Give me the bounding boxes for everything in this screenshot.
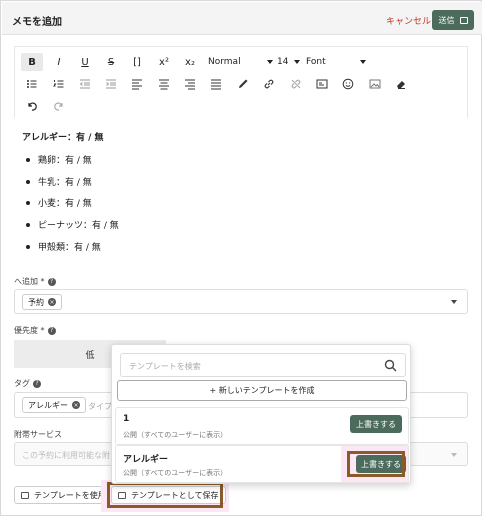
template-popup: テンプレートを検索 + 新しいテンプレートを作成 1 公開（すべてのユーザーに表… (111, 344, 411, 484)
tag-chip-label: アレルギー (28, 400, 68, 410)
new-template-button[interactable]: + 新しいテンプレートを作成 (117, 380, 407, 401)
tags-label: タグ? (14, 378, 41, 389)
eraser-icon[interactable] (390, 75, 412, 93)
template-visibility: 公開（すべてのユーザーに表示） (123, 469, 228, 477)
help-icon: ? (33, 379, 41, 388)
embed-icon[interactable] (311, 75, 333, 93)
remove-chip-icon[interactable]: × (72, 401, 80, 409)
chevron-down-icon (451, 300, 457, 304)
link-icon[interactable] (258, 75, 280, 93)
chevron-down-icon (294, 60, 301, 64)
help-icon: ? (47, 326, 56, 335)
dialog-title: メモを追加 (12, 17, 62, 28)
overwrite-button[interactable]: 上書きする (350, 415, 402, 433)
template-search-input[interactable]: テンプレートを検索 (120, 353, 406, 377)
template-item[interactable]: 1 公開（すべてのユーザーに表示） 上書きする (115, 407, 409, 445)
send-label: 送信 (438, 15, 455, 25)
italic-button[interactable]: I (48, 53, 70, 71)
list-item: ピーナッツ：有 / 無 (26, 218, 119, 231)
size-select-value: 14 (277, 57, 289, 67)
align-right-icon[interactable] (179, 75, 201, 93)
tags-label-text: タグ (14, 379, 30, 388)
tag-chip[interactable]: アレルギー × (22, 397, 86, 413)
template-search-placeholder: テンプレートを検索 (129, 362, 201, 371)
help-icon: ? (47, 277, 56, 286)
content-heading: アレルギー：有 / 無 (22, 133, 104, 143)
send-button[interactable]: 送信 (432, 10, 474, 30)
chevron-down-icon (266, 60, 273, 64)
redo-icon[interactable] (48, 97, 70, 115)
align-left-icon[interactable] (126, 75, 148, 93)
underline-button[interactable]: U (74, 53, 96, 71)
services-label: 附帯サービス (14, 429, 62, 440)
superscript-button[interactable]: x² (153, 53, 175, 71)
add-to-chip-label: 予約 (28, 297, 44, 307)
add-to-label-text: へ追加 * (14, 277, 45, 286)
remove-chip-icon[interactable]: × (48, 298, 56, 306)
add-to-chip[interactable]: 予約 × (22, 294, 62, 310)
align-center-icon[interactable] (153, 75, 175, 93)
font-select-value: Font (306, 57, 326, 67)
priority-label-text: 優先度 * (14, 326, 45, 335)
note-dialog: メモを追加 キャンセル 送信 B I U S [] x² x₂ Normal 1… (0, 0, 482, 516)
send-icon (459, 16, 468, 24)
size-select[interactable]: 14 (277, 53, 301, 71)
text-color-icon[interactable] (232, 75, 254, 93)
font-select[interactable]: Font (306, 53, 366, 71)
list-item: 甲殻類：有 / 無 (26, 240, 101, 253)
search-icon (384, 359, 397, 372)
chevron-down-icon (359, 60, 366, 64)
strikethrough-button[interactable]: S (100, 53, 122, 71)
add-to-select[interactable]: 予約 × (14, 289, 468, 314)
rich-text-editor: B I U S [] x² x₂ Normal 14 Font アレルギー：有 … (14, 46, 468, 266)
bullet-list-icon[interactable] (21, 75, 43, 93)
use-template-button[interactable]: テンプレートを使用 (14, 486, 113, 504)
heading-select-value: Normal (208, 57, 241, 67)
bold-button[interactable]: B (21, 53, 43, 71)
unlink-icon[interactable] (285, 75, 307, 93)
chevron-down-icon (451, 453, 457, 457)
template-visibility: 公開（すべてのユーザーに表示） (123, 431, 228, 439)
add-to-label: へ追加 *? (14, 276, 56, 287)
indent-icon[interactable] (100, 75, 122, 93)
services-label-text: 附帯サービス (14, 430, 62, 439)
list-item: 小麦：有 / 無 (26, 196, 92, 209)
image-icon[interactable] (364, 75, 386, 93)
highlight-box (347, 451, 405, 477)
editor-toolbar: B I U S [] x² x₂ Normal 14 Font (14, 46, 468, 118)
cancel-button[interactable]: キャンセル (386, 14, 431, 27)
dialog-header: メモを追加 キャンセル 送信 (2, 2, 482, 35)
code-button[interactable]: [] (126, 53, 148, 71)
list-item: 牛乳：有 / 無 (26, 175, 92, 188)
numbered-list-icon[interactable] (48, 75, 70, 93)
template-name: アレルギー (123, 455, 169, 465)
priority-value: 低 (85, 350, 95, 361)
priority-label: 優先度 *? (14, 325, 56, 336)
align-justify-icon[interactable] (205, 75, 227, 93)
editor-content[interactable]: アレルギー：有 / 無 鶏卵：有 / 無 牛乳：有 / 無 小麦：有 / 無 ピ… (14, 118, 468, 266)
heading-select[interactable]: Normal (208, 53, 273, 71)
template-name: 1 (123, 414, 130, 424)
tags-placeholder: タイプ (88, 402, 112, 411)
services-placeholder: この予約に利用可能な附 (22, 451, 110, 460)
undo-icon[interactable] (21, 97, 43, 115)
highlight-box (107, 482, 223, 508)
emoji-icon[interactable] (337, 75, 359, 93)
use-template-label: テンプレートを使用 (34, 490, 106, 500)
template-icon (21, 491, 29, 499)
list-item: 鶏卵：有 / 無 (26, 153, 92, 166)
subscript-button[interactable]: x₂ (179, 53, 201, 71)
outdent-icon[interactable] (74, 75, 96, 93)
